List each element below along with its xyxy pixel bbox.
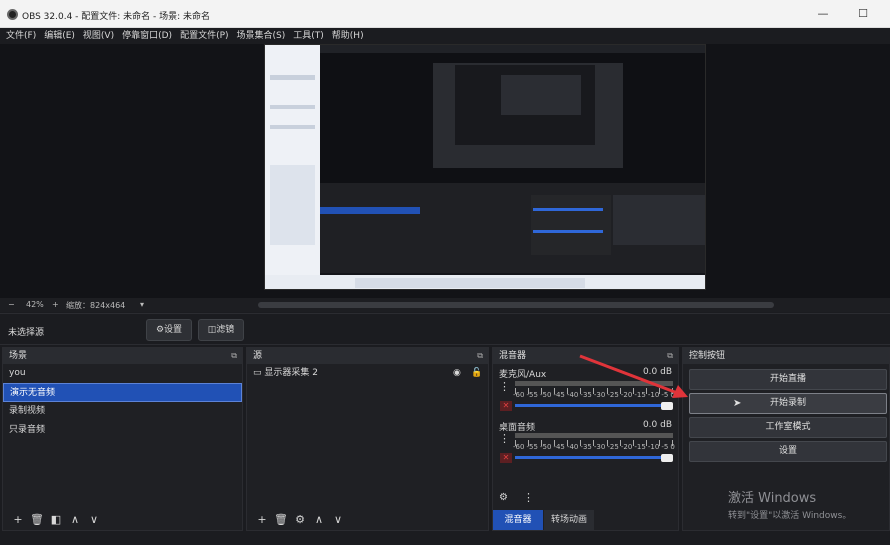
menu-scene-collection[interactable]: 场景集合(S) bbox=[237, 28, 286, 44]
menu-docks[interactable]: 停靠窗口(D) bbox=[122, 28, 172, 44]
desktop-fader-knob[interactable] bbox=[661, 454, 673, 462]
activate-windows-watermark: 激活 Windows 转到"设置"以激活 Windows。 bbox=[728, 487, 851, 521]
source-name: 显示器采集 2 bbox=[264, 368, 318, 378]
settings-button[interactable]: 设置 bbox=[689, 441, 887, 462]
menu-edit[interactable]: 编辑(E) bbox=[44, 28, 75, 44]
menu-bar: 文件(F) 编辑(E) 视图(V) 停靠窗口(D) 配置文件(P) 场景集合(S… bbox=[0, 28, 890, 44]
add-scene-icon[interactable]: + bbox=[9, 512, 27, 528]
mixer-menu-icon[interactable]: ⋮ bbox=[523, 491, 534, 504]
activate-line1: 激活 Windows bbox=[728, 491, 817, 506]
advanced-audio-gear-icon[interactable]: ⚙ bbox=[499, 492, 508, 503]
sources-title: 源 bbox=[253, 351, 263, 361]
filter-icon: ◫ bbox=[207, 325, 217, 335]
desktop-menu-icon[interactable]: ⋮ bbox=[499, 432, 510, 445]
properties-label: 设置 bbox=[164, 325, 183, 335]
desktop-channel-db: 0.0 dB bbox=[642, 420, 672, 430]
zoom-in-button[interactable]: + bbox=[52, 300, 59, 309]
sources-toolbar: + 🗑 ⚙ ∧ ∨ bbox=[247, 510, 488, 530]
desktop-scale-labels: -60 -55 -50 -45 -40 -35 -30 -25 -20 -15 -10 -5 0 bbox=[513, 443, 675, 451]
sources-dock: 源 ⧉ ▭ 显示器采集 2 ◉ 🔓 + 🗑 ⚙ ∧ ∨ bbox=[246, 347, 489, 531]
scene-filters-icon[interactable]: ◧ bbox=[47, 512, 65, 528]
scene-item[interactable]: 录制视频 bbox=[3, 402, 242, 421]
title-bar: OBS 32.0.4 - 配置文件: 未命名 - 场景: 未命名 — ☐ bbox=[0, 0, 890, 28]
desktop-volume-fader[interactable] bbox=[515, 456, 665, 459]
mic-menu-icon[interactable]: ⋮ bbox=[499, 380, 510, 393]
desktop-volume-meter bbox=[515, 433, 673, 438]
move-down-icon[interactable]: ∨ bbox=[85, 512, 103, 528]
no-source-selected-label: 未选择源 bbox=[8, 328, 45, 338]
menu-profile[interactable]: 配置文件(P) bbox=[180, 28, 228, 44]
zoom-level: 42% bbox=[26, 300, 44, 309]
source-item[interactable]: ▭ 显示器采集 2 ◉ 🔓 bbox=[247, 364, 488, 383]
zoom-dropdown-icon[interactable]: ▾ bbox=[140, 300, 144, 309]
annotation-arrow bbox=[579, 354, 688, 398]
maximize-button[interactable]: ☐ bbox=[850, 6, 876, 22]
eye-icon[interactable]: ◉ bbox=[453, 364, 461, 383]
move-down-icon[interactable]: ∨ bbox=[329, 512, 347, 528]
source-properties-button[interactable]: ⚙设置 bbox=[146, 319, 192, 341]
zoom-bar: − 42% + 缩放：824x464 ▾ bbox=[0, 298, 890, 312]
gear-icon: ⚙ bbox=[155, 325, 165, 335]
mic-channel-name: 麦克风/Aux bbox=[499, 370, 547, 380]
zoom-scale-label: 缩放：824x464 bbox=[66, 301, 126, 310]
mixer-title: 混音器 bbox=[499, 351, 527, 361]
scenes-title: 场景 bbox=[9, 351, 28, 361]
filters-label: 滤镜 bbox=[216, 325, 235, 335]
tab-mixer[interactable]: 混音器 bbox=[493, 510, 543, 530]
scenes-dock-title: 场景 ⧉ bbox=[3, 348, 242, 364]
controls-dock-title: 控制按钮 bbox=[683, 348, 889, 364]
mic-volume-fader[interactable] bbox=[515, 404, 665, 407]
desktop-mute-icon[interactable]: ✕ bbox=[500, 453, 512, 463]
studio-mode-button[interactable]: 工作室模式 bbox=[689, 417, 887, 438]
source-context-bar: 未选择源 ⚙设置 ◫滤镜 bbox=[0, 313, 890, 345]
menu-view[interactable]: 视图(V) bbox=[83, 28, 114, 44]
scenes-toolbar: + 🗑 ◧ ∧ ∨ bbox=[3, 510, 242, 530]
monitor-icon: ▭ bbox=[253, 368, 265, 378]
start-recording-button[interactable]: 开始录制 bbox=[689, 393, 887, 414]
preview-canvas[interactable] bbox=[264, 44, 706, 290]
scene-item[interactable]: you bbox=[3, 364, 242, 383]
minimize-button[interactable]: — bbox=[810, 6, 836, 22]
lock-icon[interactable]: 🔓 bbox=[471, 364, 482, 383]
preview-horizontal-scrollbar[interactable] bbox=[258, 302, 774, 308]
remove-source-icon[interactable]: 🗑 bbox=[272, 512, 290, 528]
scene-item[interactable]: 只录音频 bbox=[3, 421, 242, 440]
source-filters-button[interactable]: ◫滤镜 bbox=[198, 319, 244, 341]
mic-fader-knob[interactable] bbox=[661, 402, 673, 410]
window-title: OBS 32.0.4 - 配置文件: 未命名 - 场景: 未命名 bbox=[22, 12, 211, 22]
preview-screen-capture-image bbox=[265, 45, 705, 289]
gear-icon[interactable]: ⚙ bbox=[291, 512, 309, 528]
menu-help[interactable]: 帮助(H) bbox=[332, 28, 364, 44]
tab-transitions[interactable]: 转场动画 bbox=[544, 510, 594, 530]
float-dock-icon[interactable]: ⧉ bbox=[231, 348, 237, 364]
move-up-icon[interactable]: ∧ bbox=[66, 512, 84, 528]
add-source-icon[interactable]: + bbox=[253, 512, 271, 528]
menu-file[interactable]: 文件(F) bbox=[6, 28, 36, 44]
move-up-icon[interactable]: ∧ bbox=[310, 512, 328, 528]
menu-tools[interactable]: 工具(T) bbox=[293, 28, 324, 44]
obs-logo-icon bbox=[7, 9, 18, 20]
scene-item-selected[interactable]: 演示无音频 bbox=[3, 383, 242, 402]
sources-dock-title: 源 ⧉ bbox=[247, 348, 488, 364]
scenes-dock: 场景 ⧉ you 演示无音频 录制视频 只录音频 + 🗑 ◧ ∧ ∨ bbox=[2, 347, 243, 531]
mic-mute-icon[interactable]: ✕ bbox=[500, 401, 512, 411]
mouse-cursor-icon: ➤ bbox=[733, 398, 742, 409]
remove-scene-icon[interactable]: 🗑 bbox=[28, 512, 46, 528]
activate-line2: 转到"设置"以激活 Windows。 bbox=[728, 511, 852, 521]
float-dock-icon[interactable]: ⧉ bbox=[477, 348, 483, 364]
zoom-out-button[interactable]: − bbox=[8, 300, 15, 309]
start-streaming-button[interactable]: 开始直播 bbox=[689, 369, 887, 390]
